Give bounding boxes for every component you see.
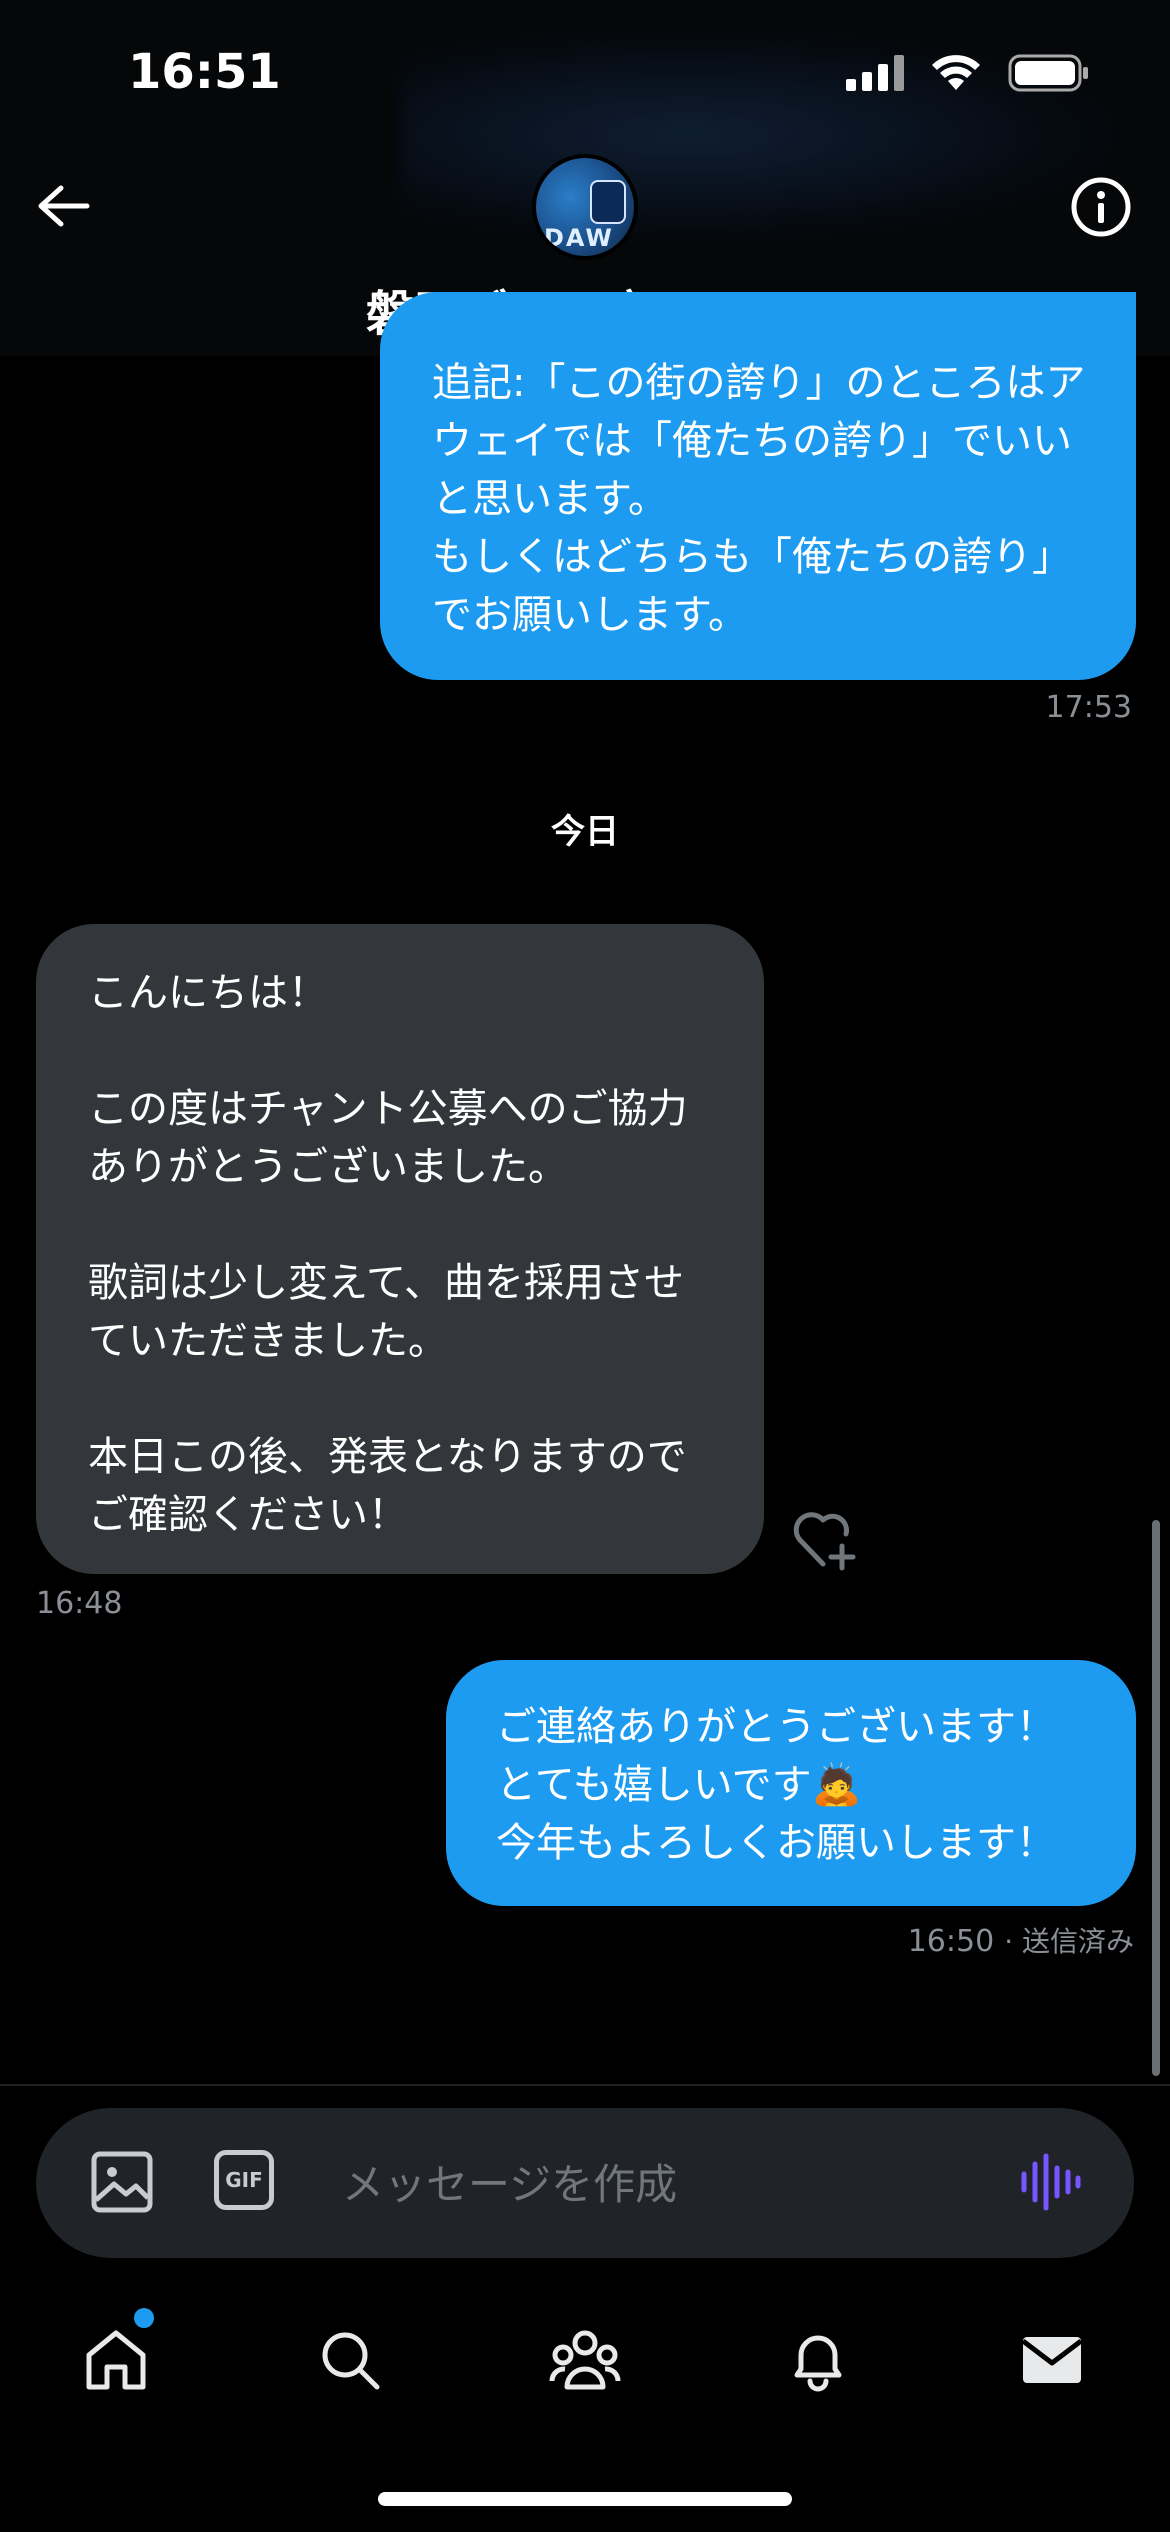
back-arrow-icon bbox=[38, 185, 90, 227]
add-reaction-button[interactable] bbox=[790, 1504, 860, 1574]
search-icon bbox=[322, 2332, 380, 2390]
message-line: でお願いします。 bbox=[432, 592, 748, 638]
message-sent-status: · 送信済み bbox=[1004, 1925, 1134, 1958]
back-button[interactable] bbox=[28, 176, 98, 236]
message-line: ご確認ください！ bbox=[88, 1492, 408, 1538]
voice-waveform-icon bbox=[1021, 2153, 1081, 2211]
message-line: ていただきました。 bbox=[88, 1318, 448, 1364]
message-line: この度はチャント公募へのご協力 bbox=[88, 1086, 688, 1132]
image-icon bbox=[91, 2151, 153, 2213]
nav-notifications[interactable] bbox=[778, 2320, 858, 2400]
signal-icon bbox=[846, 55, 904, 91]
message-bubble-sent[interactable]: 追記:「この街の誇り」のところはア ウェイでは「俺たちの誇り」でいい と思います… bbox=[380, 292, 1136, 680]
message-line: ご連絡ありがとうございます！ bbox=[496, 1704, 1056, 1750]
message-line: と思います。 bbox=[432, 476, 668, 522]
message-line: こんにちは！ bbox=[88, 970, 328, 1016]
battery-icon bbox=[1008, 54, 1088, 92]
avatar-text: DAW bbox=[544, 224, 614, 252]
message-line: 追記:「この街の誇り」のところはア bbox=[432, 360, 1086, 406]
status-icons bbox=[846, 54, 1090, 92]
message-line: ウェイでは「俺たちの誇り」でいい bbox=[432, 418, 1072, 464]
message-line: もしくはどちらも「俺たちの誇り」 bbox=[432, 534, 1072, 580]
heart-plus-icon bbox=[793, 1512, 856, 1571]
home-icon bbox=[86, 2330, 146, 2390]
avatar[interactable]: DAW bbox=[532, 154, 638, 260]
info-icon bbox=[1071, 177, 1131, 237]
message-line: 本日この後、発表となりますので bbox=[88, 1434, 687, 1480]
home-indicator[interactable] bbox=[378, 2492, 792, 2506]
avatar-badge bbox=[590, 180, 626, 224]
message-line: とても嬉しいです🙇 bbox=[496, 1762, 862, 1808]
message-timestamp: 16:48 bbox=[36, 1586, 123, 1621]
message-bubble-sent[interactable]: ご連絡ありがとうございます！ とても嬉しいです🙇 今年もよろしくお願いします！ bbox=[446, 1660, 1136, 1906]
nav-search[interactable] bbox=[310, 2320, 390, 2400]
scrollbar[interactable] bbox=[1152, 1520, 1160, 2076]
communities-icon bbox=[549, 2330, 621, 2390]
message-line: ありがとうございました。 bbox=[88, 1144, 568, 1190]
status-time: 16:51 bbox=[128, 44, 281, 100]
wifi-icon bbox=[932, 55, 980, 90]
add-media-button[interactable] bbox=[90, 2150, 154, 2214]
gif-button[interactable]: GIF bbox=[214, 2150, 274, 2210]
message-line: 今年もよろしくお願いします！ bbox=[496, 1820, 1056, 1866]
date-separator: 今日 bbox=[551, 812, 619, 852]
message-input[interactable] bbox=[340, 2140, 984, 2228]
home-notification-dot bbox=[134, 2308, 154, 2328]
message-timestamp: 17:53 bbox=[1045, 690, 1132, 725]
info-button[interactable] bbox=[1066, 172, 1136, 242]
notifications-icon bbox=[794, 2335, 842, 2392]
nav-messages[interactable] bbox=[1012, 2320, 1092, 2400]
messages-icon bbox=[1021, 2337, 1083, 2383]
nav-home[interactable] bbox=[76, 2320, 156, 2400]
nav-communities[interactable] bbox=[545, 2320, 625, 2400]
message-timestamp: 16:50 bbox=[907, 1924, 995, 1959]
message-bubble-received[interactable]: こんにちは！ この度はチャント公募へのご協力 ありがとうございました。 歌詞は少… bbox=[36, 924, 764, 1574]
voice-message-button[interactable] bbox=[1018, 2150, 1082, 2214]
message-meta: 16:50 · 送信済み bbox=[908, 1920, 1134, 1960]
divider bbox=[0, 2084, 1170, 2086]
message-line: 歌詞は少し変えて、曲を採用させ bbox=[88, 1260, 684, 1306]
